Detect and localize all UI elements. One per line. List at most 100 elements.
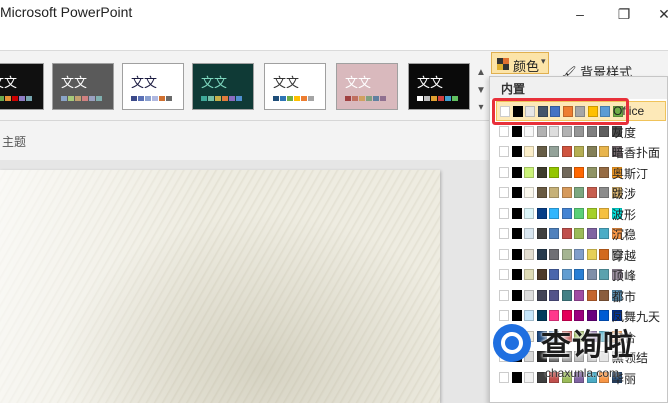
theme-color-bar [12, 96, 18, 101]
color-swatch [586, 289, 597, 301]
theme-thumbnail-text: 文文 [345, 76, 372, 91]
color-swatch [499, 146, 509, 157]
title-bar: Microsoft PowerPoint – ❐ ✕ [0, 0, 668, 50]
theme-color-bar [96, 96, 102, 101]
theme-thumbnail[interactable]: 文文 [408, 63, 470, 110]
color-swatch [586, 166, 597, 178]
gallery-scroll-down-icon[interactable]: ▼ [474, 82, 488, 100]
theme-thumbnail-text: 文文 [273, 76, 300, 91]
color-scheme-item[interactable]: 顶峰 [496, 265, 666, 285]
color-scheme-label: 顶峰 [612, 269, 637, 283]
color-swatch [524, 166, 534, 178]
colors-button[interactable]: 颜色 ▾ [491, 52, 549, 74]
color-scheme-item[interactable]: 暗香扑面 [496, 142, 666, 162]
theme-color-bar [68, 96, 74, 101]
themes-group-label: 主题 [2, 135, 27, 149]
theme-color-bar [359, 96, 365, 101]
color-scheme-label: 奥斯汀 [612, 166, 649, 181]
color-scheme-label: 灰度 [612, 125, 637, 140]
color-swatch [511, 166, 522, 178]
builtin-header-label: 内置 [501, 82, 526, 96]
color-swatch [574, 207, 584, 219]
color-scheme-item[interactable]: 奥斯汀 [496, 163, 666, 183]
theme-color-bars [0, 96, 32, 101]
theme-thumbnail-text: 文文 [201, 76, 228, 91]
color-swatch [499, 228, 509, 239]
theme-thumbnail[interactable]: 文文 [264, 63, 326, 110]
theme-color-bar [445, 96, 451, 101]
slide-canvas[interactable] [0, 170, 440, 403]
theme-color-bars [61, 96, 102, 101]
color-swatch [599, 248, 609, 260]
theme-color-bars [345, 96, 386, 101]
theme-thumbnail[interactable]: 文文 [122, 63, 184, 110]
color-swatch [511, 125, 522, 137]
color-swatch [599, 146, 609, 157]
color-swatch [524, 207, 534, 219]
theme-color-bar [26, 96, 32, 101]
gallery-scroll-up-icon[interactable]: ▲ [474, 64, 488, 82]
theme-color-bar [166, 96, 172, 101]
color-swatch [599, 125, 609, 137]
theme-color-bar [373, 96, 379, 101]
color-swatch [536, 125, 547, 137]
color-swatch [499, 289, 509, 301]
color-swatch [574, 228, 584, 239]
gallery-more-icon[interactable]: ▾ [474, 99, 488, 117]
color-scheme-item[interactable]: 都市 [496, 286, 666, 306]
close-button[interactable]: ✕ [654, 6, 668, 24]
theme-thumbnail-text: 文文 [131, 76, 158, 91]
theme-color-bar [159, 96, 165, 101]
color-scheme-label: 波形 [612, 207, 637, 222]
theme-color-bar [201, 96, 207, 101]
color-swatch [561, 207, 572, 219]
theme-color-bar [424, 96, 430, 101]
color-swatch [511, 248, 522, 260]
dropdown-section-header: 内置 [490, 77, 667, 99]
color-swatch [561, 187, 572, 198]
color-swatch [511, 228, 522, 239]
theme-thumbnail[interactable]: 文文 [336, 63, 398, 110]
color-swatch [536, 166, 547, 178]
color-swatch [561, 125, 572, 137]
color-swatch [549, 125, 559, 137]
color-swatch [599, 289, 609, 301]
color-swatch [574, 289, 584, 301]
app-title: Microsoft PowerPoint [0, 4, 133, 20]
color-swatch [536, 187, 547, 198]
color-swatch [524, 269, 534, 280]
color-swatch [536, 146, 547, 157]
color-swatch [499, 269, 509, 280]
color-swatch [511, 269, 522, 280]
theme-color-bar [273, 96, 279, 101]
theme-color-bar [19, 96, 25, 101]
theme-thumbnail[interactable]: 文文 [0, 63, 44, 110]
theme-thumbnail[interactable]: 文文 [192, 63, 254, 110]
theme-color-bar [222, 96, 228, 101]
color-scheme-item[interactable]: 波形 [496, 204, 666, 224]
theme-thumbnail[interactable]: 文文 [52, 63, 114, 110]
theme-color-bar [61, 96, 67, 101]
theme-thumbnail-text: 文文 [0, 76, 18, 91]
theme-color-bar [82, 96, 88, 101]
color-swatch [549, 228, 559, 239]
color-scheme-item[interactable]: 穿越 [496, 245, 666, 265]
color-swatch [536, 269, 547, 280]
theme-color-bars [131, 96, 172, 101]
color-swatch [536, 289, 547, 301]
color-swatch [586, 248, 597, 260]
theme-color-bars [201, 96, 242, 101]
chevron-down-icon: ▾ [541, 56, 546, 66]
theme-color-bar [131, 96, 137, 101]
minimize-button[interactable]: – [570, 6, 590, 24]
color-swatch [549, 166, 559, 178]
theme-color-bar [438, 96, 444, 101]
watermark-url: chaxunla.com [545, 366, 620, 380]
color-swatch [586, 146, 597, 157]
color-swatch [586, 207, 597, 219]
color-scheme-item[interactable]: 跋涉 [496, 183, 666, 203]
color-scheme-item[interactable]: 沉稳 [496, 224, 666, 244]
restore-button[interactable]: ❐ [614, 6, 634, 24]
color-scheme-label: 都市 [612, 289, 637, 304]
color-swatch [549, 207, 559, 219]
